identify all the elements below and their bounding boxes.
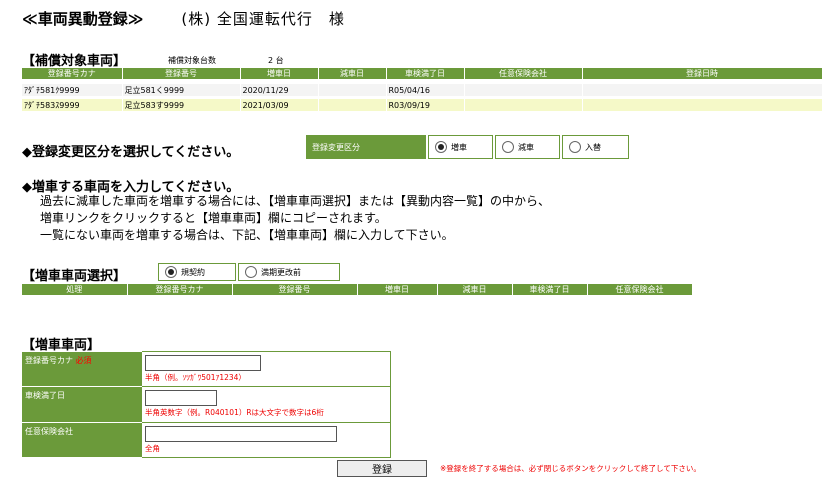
- field-input-cell: 半角英数字（例。R040101）Rは大文字で数字は6桁: [142, 386, 391, 423]
- radio-replace[interactable]: 入替: [562, 135, 629, 159]
- select-vehicle-table: 処理 登録番号カナ 登録番号 増車日 減車日 車検満了日 任意保険会社: [22, 284, 693, 295]
- cell-registered: [582, 84, 823, 96]
- page-title: ≪車両異動登録≫ (株) 全国運転代行 様: [22, 8, 345, 29]
- radio-label: 増車: [451, 142, 467, 152]
- field-label-cell: 任意保険会社: [22, 422, 142, 458]
- col-header: 登録日時: [582, 68, 823, 79]
- customer-name: (株) 全国運転代行 様: [181, 10, 345, 28]
- cell-inspection: R05/04/16: [386, 84, 465, 96]
- field-label: 任意保険会社: [25, 427, 73, 436]
- add-vehicle-form: 登録番号カナ 必須 半角（例。ｿﾂｶﾞﾜ501ｱ1234） 車検満了日 半角英数…: [22, 351, 391, 458]
- radio-label: 満期更改前: [261, 267, 301, 277]
- radio-selected-icon: [435, 141, 447, 153]
- col-header: 登録番号: [232, 284, 358, 295]
- col-header: 登録番号カナ: [127, 284, 233, 295]
- col-header: 任意保険会社: [587, 284, 693, 295]
- select-vehicle-heading: 【増車車両選択】: [22, 269, 127, 284]
- col-header: 登録番号: [122, 68, 241, 79]
- cell-plate: 足立581く9999: [122, 84, 241, 96]
- cell-remove-date: [318, 84, 387, 96]
- insurer-input[interactable]: [145, 426, 337, 442]
- col-header: 任意保険会社: [464, 68, 583, 79]
- radio-remove[interactable]: 減車: [495, 135, 560, 159]
- form-row: 任意保険会社 全角: [22, 422, 391, 458]
- table-row: ｱﾀﾞﾁ583ｽ9999 足立583す9999 2021/03/09 R03/0…: [22, 99, 823, 111]
- cell-add-date: 2020/11/29: [240, 84, 319, 96]
- radio-label: 規契約: [181, 267, 205, 277]
- field-hint: 全角: [145, 444, 160, 453]
- cell-insurer: [464, 99, 583, 111]
- col-header: 車検満了日: [386, 68, 465, 79]
- insured-heading: 【補償対象車両】: [22, 54, 127, 69]
- radio-selected-icon: [165, 266, 177, 278]
- instruction-line: 増車リンクをクリックすると【増車車両】欄にコピーされます。: [40, 211, 387, 225]
- col-header: 増車日: [240, 68, 319, 79]
- field-input-cell: 半角（例。ｿﾂｶﾞﾜ501ｱ1234）: [142, 351, 391, 387]
- instruction-line: 一覧にない車両を増車する場合は、下記、【増車車両】欄に入力して下さい。: [40, 228, 454, 242]
- field-label-cell: 登録番号カナ 必須: [22, 351, 142, 387]
- field-input-cell: 全角: [142, 422, 391, 458]
- insured-table-header: 登録番号カナ 登録番号 増車日 減車日 車検満了日 任意保険会社 登録日時: [22, 68, 823, 79]
- insured-count-value: 2 台: [268, 56, 284, 65]
- insured-table: 登録番号カナ 登録番号 増車日 減車日 車検満了日 任意保険会社 登録日時 ｱﾀ…: [22, 68, 823, 111]
- required-mark: 必須: [75, 355, 92, 365]
- field-label: 登録番号カナ: [25, 355, 73, 365]
- col-header: 減車日: [437, 284, 513, 295]
- register-button[interactable]: 登録: [337, 460, 427, 477]
- col-header: 車検満了日: [512, 284, 588, 295]
- page-title-text: ≪車両異動登録≫: [22, 10, 144, 28]
- radio-unselected-icon: [502, 141, 514, 153]
- form-row: 登録番号カナ 必須 半角（例。ｿﾂｶﾞﾜ501ｱ1234）: [22, 351, 391, 387]
- inspection-date-input[interactable]: [145, 390, 217, 406]
- change-type-label: 登録変更区分: [306, 135, 426, 159]
- cell-registered: [582, 99, 823, 111]
- table-row: ｱﾀﾞﾁ581ｸ9999 足立581く9999 2020/11/29 R05/0…: [22, 84, 823, 96]
- cell-remove-date: [318, 99, 387, 111]
- radio-before-renewal[interactable]: 満期更改前: [238, 263, 340, 281]
- cell-kana: ｱﾀﾞﾁ583ｽ9999: [22, 99, 123, 111]
- field-label: 車検満了日: [25, 391, 65, 400]
- radio-add[interactable]: 増車: [428, 135, 493, 159]
- cell-inspection: R03/09/19: [386, 99, 465, 111]
- cell-kana: ｱﾀﾞﾁ581ｸ9999: [22, 84, 123, 96]
- field-hint: 半角（例。ｿﾂｶﾞﾜ501ｱ1234）: [145, 373, 246, 382]
- field-hint: 半角英数字（例。R040101）Rは大文字で数字は6桁: [145, 408, 324, 417]
- change-type-prompt: ◆登録変更区分を選択してください。: [22, 145, 240, 160]
- radio-unselected-icon: [245, 266, 257, 278]
- close-note: ※登録を終了する場合は、必ず閉じるボタンをクリックして終了して下さい。: [440, 464, 701, 473]
- instruction-line: 過去に減車した車両を増車する場合には、【増車車両選択】または【異動内容一覧】の中…: [40, 194, 551, 208]
- radio-unselected-icon: [569, 141, 581, 153]
- radio-new-contract[interactable]: 規契約: [158, 263, 236, 281]
- col-header: 処理: [22, 284, 128, 295]
- cell-add-date: 2021/03/09: [240, 99, 319, 111]
- cell-insurer: [464, 84, 583, 96]
- select-table-header: 処理 登録番号カナ 登録番号 増車日 減車日 車検満了日 任意保険会社: [22, 284, 693, 295]
- kana-plate-input[interactable]: [145, 355, 261, 371]
- radio-label: 入替: [585, 142, 601, 152]
- field-label-cell: 車検満了日: [22, 386, 142, 423]
- col-header: 増車日: [357, 284, 438, 295]
- cell-plate: 足立583す9999: [122, 99, 241, 111]
- col-header: 登録番号カナ: [22, 68, 123, 79]
- insured-count-label: 補償対象台数: [168, 56, 216, 65]
- radio-label: 減車: [518, 142, 534, 152]
- col-header: 減車日: [318, 68, 387, 79]
- form-row: 車検満了日 半角英数字（例。R040101）Rは大文字で数字は6桁: [22, 386, 391, 423]
